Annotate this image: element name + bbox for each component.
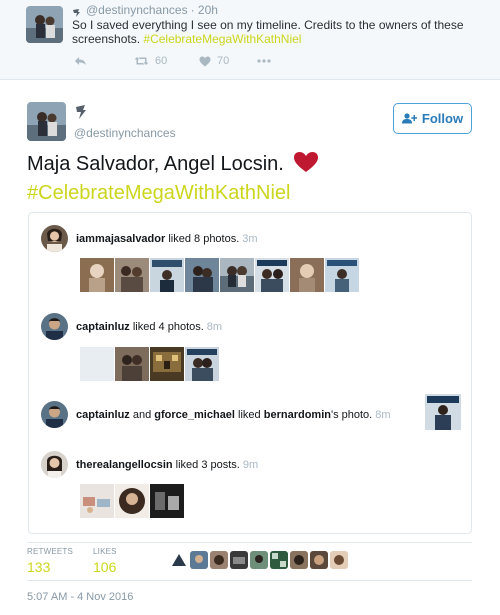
activity-time: 9m xyxy=(242,458,259,471)
photo-thumbnail[interactable] xyxy=(150,347,184,381)
avatar[interactable] xyxy=(41,313,68,340)
more-button[interactable] xyxy=(257,59,277,63)
avatar[interactable] xyxy=(310,551,328,569)
likes-count: 106 xyxy=(93,559,117,575)
activity-time: 3m xyxy=(242,232,258,245)
context-tweet-handle[interactable]: @destinynchances · 20h xyxy=(86,3,218,17)
avatar[interactable] xyxy=(250,551,268,569)
activity-user[interactable]: iammajasalvador xyxy=(76,233,165,245)
retweet-count: 60 xyxy=(155,55,168,67)
like-button[interactable]: 70 xyxy=(199,55,257,67)
divider xyxy=(27,542,472,543)
follow-label: Follow xyxy=(421,111,464,126)
activity-text: liked 8 photos. xyxy=(168,232,240,245)
retweet-button[interactable]: 60 xyxy=(134,55,199,67)
photo-thumbnail[interactable] xyxy=(220,258,254,292)
activity-text: liked 4 photos. xyxy=(132,320,204,333)
photo-thumbnail[interactable] xyxy=(80,347,114,381)
activity-row: iammajasalvador liked 8 photos. 3m xyxy=(41,225,258,252)
more-icon xyxy=(257,59,271,63)
retweets-stat[interactable]: RETWEETS 133 xyxy=(27,547,73,575)
likes-stat[interactable]: LIKES 106 xyxy=(93,547,117,575)
avatar[interactable] xyxy=(290,551,308,569)
context-tweet-actions: 60 70 xyxy=(74,55,277,67)
context-tweet-avatar[interactable] xyxy=(26,6,63,43)
activity-user[interactable]: therealangellocsin xyxy=(76,459,173,471)
context-tweet[interactable]: @destinynchances · 20h So I saved everyth… xyxy=(0,0,500,80)
bird-icon xyxy=(74,104,88,125)
photo-thumbnail[interactable] xyxy=(115,258,149,292)
avatar[interactable] xyxy=(210,551,228,569)
reply-icon xyxy=(75,57,86,65)
retweet-icon xyxy=(134,57,149,65)
activity-time: 8m xyxy=(206,320,223,333)
likes-label: LIKES xyxy=(93,547,117,556)
reply-button[interactable] xyxy=(74,56,134,66)
activity-row: therealangellocsin liked 3 posts. 9m xyxy=(41,451,258,478)
tweet-timestamp[interactable]: 5:07 AM - 4 Nov 2016 xyxy=(27,591,133,603)
liked-photos xyxy=(80,258,360,292)
heart-icon xyxy=(199,56,211,66)
photo-thumbnail[interactable] xyxy=(290,258,324,292)
tweet-text-line: Maja Salvador, Angel Locsin. xyxy=(27,153,284,175)
context-hashtag-link[interactable]: #CelebrateMegaWithKathNiel xyxy=(143,32,301,46)
photo-thumbnail[interactable] xyxy=(150,484,184,518)
tweet-avatar[interactable] xyxy=(27,102,66,141)
hashtag-link[interactable]: #CelebrateMegaWithKathNiel xyxy=(27,182,290,204)
tweet-text: Maja Salvador, Angel Locsin. #CelebrateM… xyxy=(27,151,467,206)
avatar[interactable] xyxy=(170,551,188,569)
retweets-count: 133 xyxy=(27,559,51,575)
avatar[interactable] xyxy=(41,225,68,252)
photo-thumbnail[interactable] xyxy=(150,258,184,292)
photo-thumbnail[interactable] xyxy=(80,258,114,292)
activity-time: 8m xyxy=(375,408,391,421)
liked-photos xyxy=(80,484,185,518)
context-tweet-text: So I saved everything I see on my timeli… xyxy=(72,18,464,46)
context-tweet-time[interactable]: · 20h xyxy=(191,3,218,17)
liked-photos xyxy=(80,347,220,381)
photo-thumbnail[interactable] xyxy=(115,484,149,518)
avatar[interactable] xyxy=(190,551,208,569)
activity-user[interactable]: captainluz xyxy=(76,409,130,421)
photo-thumbnail[interactable] xyxy=(325,258,359,292)
activity-user[interactable]: gforce_michael xyxy=(154,409,235,421)
red-heart-icon xyxy=(293,151,319,180)
tweet-handle[interactable]: @destinynchances xyxy=(74,126,176,140)
avatar[interactable] xyxy=(230,551,248,569)
activity-target-user[interactable]: bernardomin xyxy=(264,409,331,421)
activity-row: captainluz and gforce_michael liked bern… xyxy=(41,401,391,428)
activity-row: captainluz liked 4 photos. 8m xyxy=(41,313,222,340)
avatar[interactable] xyxy=(330,551,348,569)
activity-text: liked 3 posts. xyxy=(175,458,240,471)
like-count: 70 xyxy=(217,55,230,67)
avatar[interactable] xyxy=(41,451,68,478)
avatar[interactable] xyxy=(41,401,68,428)
activity-screenshot[interactable]: iammajasalvador liked 8 photos. 3m captai… xyxy=(28,212,472,534)
activity-conjunction: and xyxy=(132,408,152,421)
activity-suffix: 's photo. xyxy=(330,408,373,421)
add-user-icon xyxy=(401,113,417,124)
photo-thumbnail[interactable] xyxy=(185,258,219,292)
photo-thumbnail[interactable] xyxy=(185,347,219,381)
follow-button[interactable]: Follow xyxy=(393,103,472,134)
avatar[interactable] xyxy=(270,551,288,569)
activity-user[interactable]: captainluz xyxy=(76,321,130,333)
photo-thumbnail[interactable] xyxy=(425,394,461,430)
photo-thumbnail[interactable] xyxy=(80,484,114,518)
likers-avatars xyxy=(170,551,350,569)
photo-thumbnail[interactable] xyxy=(255,258,289,292)
retweets-label: RETWEETS xyxy=(27,547,74,556)
photo-thumbnail[interactable] xyxy=(115,347,149,381)
divider xyxy=(27,580,472,581)
activity-text: liked xyxy=(238,408,261,421)
